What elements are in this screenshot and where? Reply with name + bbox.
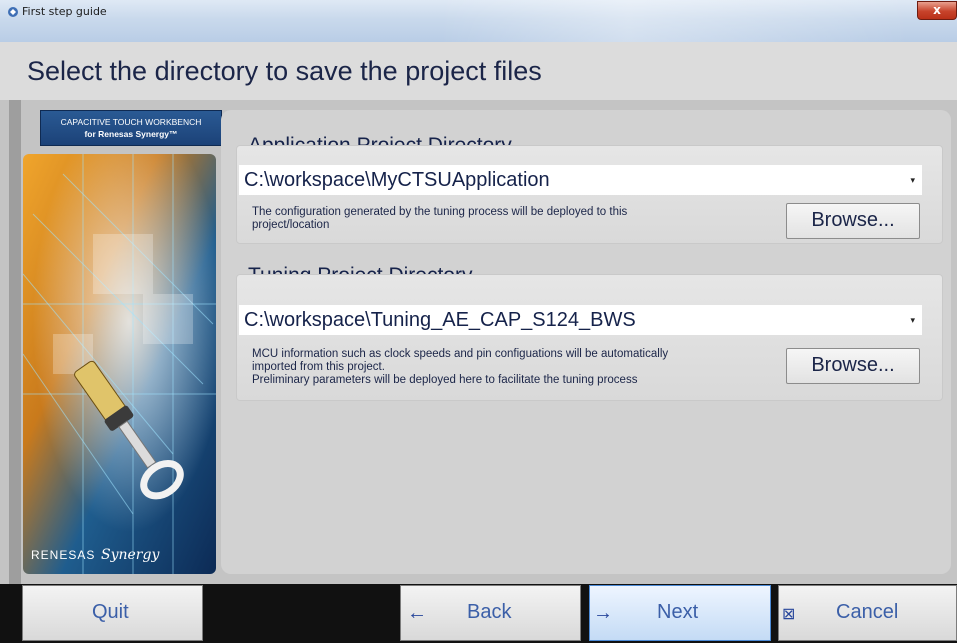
tuning-browse-button[interactable]: Browse... <box>786 348 920 384</box>
quit-label: Quit <box>92 601 129 623</box>
window-titlebar: First step guide x <box>0 0 957 43</box>
product-name: CAPACITIVE TOUCH WORKBENCH <box>60 117 202 127</box>
cancel-label: Cancel <box>836 601 899 623</box>
back-button[interactable]: ← Back <box>400 585 581 641</box>
tuning-desc-line-2: imported from this project. <box>252 361 385 373</box>
tuning-path-value: C:\workspace\Tuning_AE_CAP_S124_BWS <box>244 309 636 331</box>
branding-panel: CAPACITIVE TOUCH WORKBENCH for Renesas S… <box>23 110 222 574</box>
footer-bar: Quit ← Back → Next ⊠ Cancel <box>0 584 957 643</box>
cancel-button[interactable]: ⊠ Cancel <box>778 585 957 641</box>
main-area: CAPACITIVE TOUCH WORKBENCH for Renesas S… <box>0 100 957 584</box>
application-path-combo[interactable]: C:\workspace\MyCTSUApplication ▾ <box>239 165 922 195</box>
left-edge-strip <box>9 100 21 584</box>
page-title: Select the directory to save the project… <box>27 56 542 86</box>
back-label: Back <box>467 601 512 623</box>
tuning-path-combo[interactable]: C:\workspace\Tuning_AE_CAP_S124_BWS ▾ <box>239 305 922 335</box>
chevron-down-icon[interactable]: ▾ <box>910 305 915 335</box>
titlebar-glass <box>440 0 910 42</box>
product-subtitle: for Renesas Synergy™ <box>84 129 178 139</box>
arrow-right-icon: → <box>593 602 613 624</box>
tuning-desc-line-3: Preliminary parameters will be deployed … <box>252 374 638 386</box>
tuning-description: MCU information such as clock speeds and… <box>252 348 772 387</box>
synergy-logo-text: Synergy <box>101 547 160 563</box>
app-icon <box>8 7 18 17</box>
application-description: The configuration generated by the tunin… <box>252 206 772 232</box>
tuning-desc-line-1: MCU information such as clock speeds and… <box>252 348 669 360</box>
quit-button[interactable]: Quit <box>22 585 203 641</box>
page-header: Select the directory to save the project… <box>0 42 957 100</box>
application-desc-line-1: The configuration generated by the tunin… <box>252 206 628 218</box>
application-path-value: C:\workspace\MyCTSUApplication <box>244 169 550 191</box>
key-artwork: RENESAS Synergy <box>23 154 216 574</box>
brand-artwork: RENESAS Synergy <box>23 154 216 574</box>
next-button[interactable]: → Next <box>589 585 771 641</box>
product-label: CAPACITIVE TOUCH WORKBENCH for Renesas S… <box>40 110 222 146</box>
close-button[interactable]: x <box>917 1 957 20</box>
application-desc-line-2: project/location <box>252 219 330 231</box>
content-panel: Application Project Directory C:\workspa… <box>221 110 951 574</box>
application-browse-button[interactable]: Browse... <box>786 203 920 239</box>
renesas-logo-text: RENESAS <box>31 548 95 562</box>
arrow-left-icon: ← <box>407 602 427 624</box>
cancel-icon: ⊠ <box>782 606 796 623</box>
chevron-down-icon[interactable]: ▾ <box>910 165 915 195</box>
window-title: First step guide <box>22 5 107 18</box>
next-label: Next <box>657 601 699 623</box>
